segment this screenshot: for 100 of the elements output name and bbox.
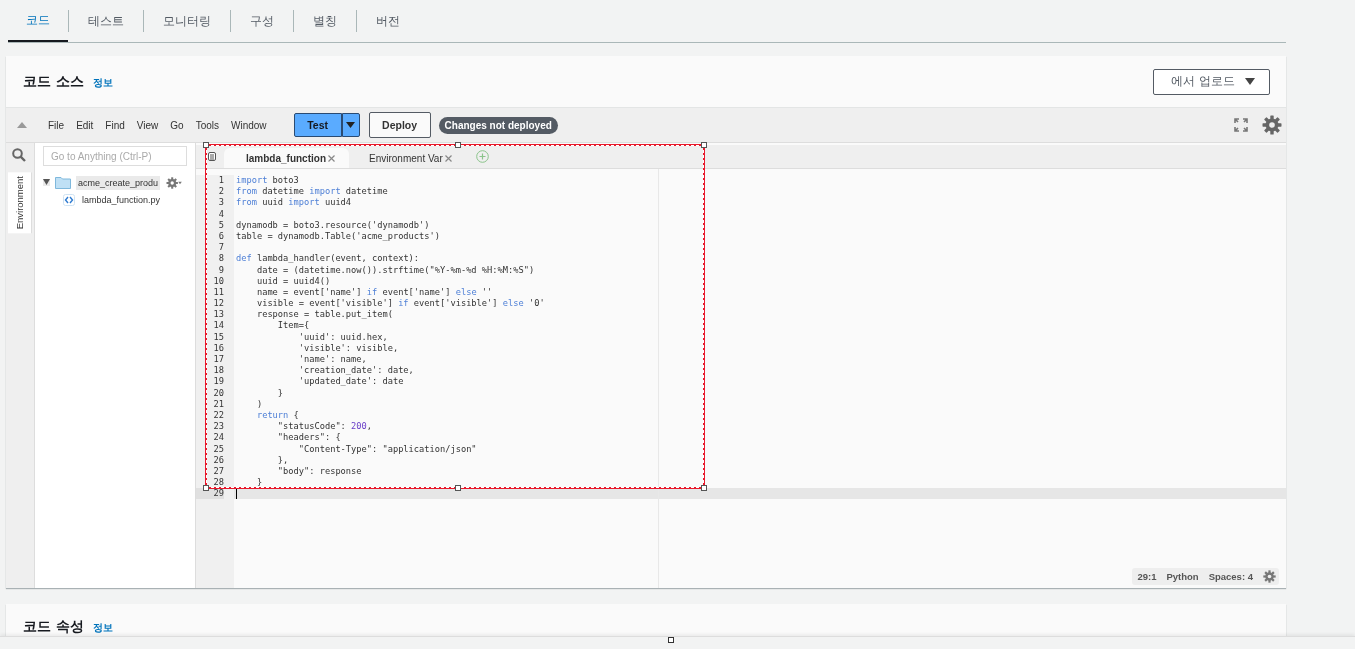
code-line: "body": response (276, 465, 362, 478)
code-line: import boto3 (236, 175, 299, 187)
cursor-position: 29:1 (1137, 571, 1157, 582)
line-number: 9 (217, 264, 224, 276)
folder-icon (55, 176, 71, 189)
line-number: 8 (217, 253, 224, 265)
line-number: 28 (212, 477, 224, 489)
line-number: 14 (212, 320, 224, 332)
line-number: 23 (212, 421, 224, 433)
code-file-icon (63, 193, 75, 206)
line-number: 6 (217, 230, 224, 243)
caret-icon (1245, 78, 1255, 85)
line-number: 29 (196, 488, 224, 500)
fullscreen-icon[interactable] (1234, 118, 1248, 132)
code-line: } (276, 387, 284, 399)
line-number: 4 (217, 208, 224, 220)
code-line: return { (255, 409, 299, 422)
tab[interactable]: 모니터링 (143, 10, 230, 32)
menu-item[interactable]: View (130, 119, 165, 131)
caret-icon[interactable] (43, 179, 50, 186)
code-line: dynamodb = boto3.resource('dynamodb') (236, 219, 430, 231)
line-number: 20 (212, 387, 224, 399)
code-line: date = (datetime.now()).strftime("%Y-%m-%d %H:%M:%S") (255, 264, 535, 276)
code-line: from datetime import datetime (236, 186, 388, 198)
menu-item[interactable]: Edit (70, 119, 100, 131)
line-number: 7 (217, 242, 224, 254)
code-line: name = event['name'] if event['name'] else '' (255, 286, 493, 299)
line-number: 1 (217, 175, 224, 187)
settings-icon[interactable] (166, 176, 183, 189)
settings-icon[interactable] (1263, 570, 1276, 583)
menu-item[interactable]: Tools (189, 119, 225, 131)
code-line: 'updated_date': date (297, 376, 404, 388)
close-icon[interactable] (444, 154, 452, 162)
test-button[interactable]: Test (293, 113, 342, 137)
search-icon[interactable] (12, 148, 26, 162)
line-number: 13 (212, 309, 224, 321)
line-number: 18 (212, 365, 224, 377)
caret-icon (346, 122, 356, 128)
tree-item[interactable]: lambda_function.py (35, 191, 190, 208)
line-number: 24 (212, 432, 224, 444)
environment-tab[interactable]: Environment (8, 172, 32, 234)
tab-menu-icon[interactable] (208, 152, 216, 161)
tab[interactable]: 구성 (230, 10, 293, 32)
line-number: 5 (217, 219, 224, 231)
text-cursor (236, 488, 237, 499)
tab[interactable]: 별칭 (293, 10, 356, 32)
code-line: "Content-Type": "application/json" (297, 443, 477, 455)
code-line: "statusCode": 200, (276, 421, 372, 433)
test-dropdown-button[interactable] (341, 113, 360, 137)
code-line: table = dynamodb.Table('acme_products') (236, 230, 440, 243)
line-number: 10 (212, 275, 224, 287)
code-line: visible = event['visible'] if event['visible'] else '0' (255, 298, 545, 310)
line-number: 27 (212, 465, 224, 478)
tab[interactable]: 코드 (8, 0, 68, 42)
code-line: } (255, 477, 263, 489)
code-line: 'creation_date': date, (297, 365, 414, 377)
menu-item[interactable]: Find (99, 119, 131, 131)
line-number: 2 (217, 186, 224, 198)
upload-button[interactable]: 에서 업로드 (1153, 68, 1270, 95)
tab[interactable]: 테스트 (68, 10, 143, 32)
section-title: 코드 소스 (23, 72, 84, 91)
tree-item[interactable]: acme_create_produ (35, 174, 190, 191)
code-line: 'uuid': uuid.hex, (297, 331, 388, 343)
search-field[interactable]: Go to Anything (Ctrl-P) (43, 146, 187, 166)
settings-icon[interactable] (1262, 115, 1282, 135)
line-number: 25 (212, 443, 224, 455)
menu-item[interactable]: Go (164, 119, 190, 131)
code-line: }, (276, 454, 289, 466)
line-number: 3 (217, 197, 224, 209)
code-line: ) (255, 398, 263, 410)
line-number: 11 (212, 286, 224, 299)
line-number: 16 (212, 342, 224, 354)
language-label[interactable]: Python (1166, 571, 1199, 582)
line-number: 12 (212, 298, 224, 310)
tab[interactable]: 버전 (356, 10, 419, 32)
line-number: 26 (212, 454, 224, 466)
line-number: 15 (212, 331, 224, 343)
close-icon[interactable] (328, 154, 335, 162)
menu-item[interactable]: Window (225, 119, 273, 131)
status-badge: Changes not deployed (438, 116, 558, 134)
indent-setting[interactable]: Spaces: 4 (1208, 571, 1253, 582)
info-link[interactable]: 정보 (92, 75, 113, 90)
info-link[interactable]: 정보 (92, 621, 113, 635)
code-line: response = table.put_item( (255, 309, 393, 321)
code-line: def lambda_handler(event, context): (236, 253, 420, 265)
code-line: 'visible': visible, (297, 342, 399, 354)
deploy-button[interactable]: Deploy (368, 112, 431, 138)
collapse-icon[interactable] (17, 122, 27, 128)
code-line: "headers": { (276, 432, 341, 444)
line-number: 17 (212, 354, 224, 366)
line-number: 19 (212, 376, 224, 388)
line-number: 21 (212, 398, 224, 410)
line-number: 22 (212, 409, 224, 422)
code-line: 'name': name, (297, 354, 367, 366)
code-line: from uuid import uuid4 (236, 197, 352, 209)
editor-tab[interactable]: lambda_function (224, 148, 349, 168)
code-line: uuid = uuid4() (255, 275, 331, 287)
section-title: 코드 속성 (23, 618, 84, 636)
menu-item[interactable]: File (42, 119, 71, 131)
resize-handle[interactable] (668, 637, 674, 643)
